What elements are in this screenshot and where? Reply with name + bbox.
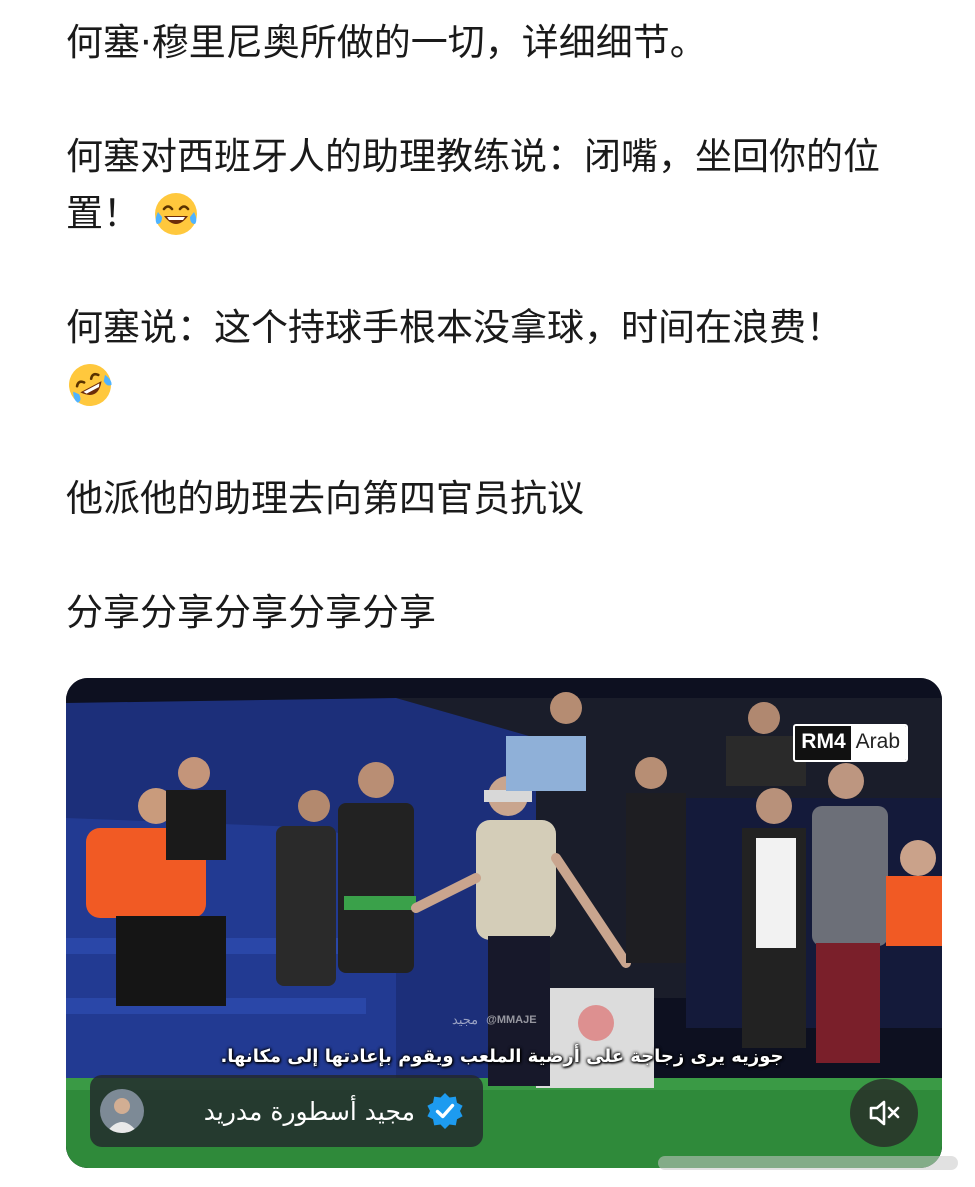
watermark-logo: مجيد (452, 1012, 479, 1027)
video-subtitle: جوزيه يرى زجاجة على أرضية الملعب ويقوم ب… (220, 1046, 784, 1067)
verified-check-icon (427, 1093, 463, 1129)
post-body: 何塞·穆里尼奥所做的一切，详细细节。 何塞对西班牙人的助理教练说：闭嘴，坐回你的… (66, 14, 926, 698)
video-source-account[interactable]: مجيد أسطورة مدريد (90, 1075, 483, 1147)
avatar-image (100, 1089, 144, 1133)
speaker-muted-icon (869, 1100, 900, 1126)
post-line-title: 何塞·穆里尼奥所做的一切，详细细节。 (66, 21, 707, 64)
account-name[interactable]: مجيد أسطورة مدريد (144, 1097, 425, 1126)
channel-logo-main: RM4 (795, 726, 851, 760)
channel-logo-sub: Arab (850, 726, 906, 760)
watermark-handle: @MMAJE (486, 1014, 537, 1026)
post-line-protest: 他派他的助理去向第四官员抗议 (66, 477, 584, 520)
mute-button[interactable] (850, 1079, 918, 1147)
post-paragraph-quote-1: 何塞对西班牙人的助理教练说：闭嘴，坐回你的位置！ (66, 128, 926, 242)
site-watermark (658, 1150, 968, 1176)
channel-logo: RM4 Arab (793, 724, 908, 762)
post-line-share: 分享分享分享分享分享 (66, 591, 436, 634)
avatar[interactable] (100, 1089, 144, 1133)
rolling-on-floor-laughing-icon (69, 364, 112, 406)
video-watermark: مجيد @MMAJE (452, 1012, 537, 1028)
post-paragraph-quote-2: 何塞说：这个持球手根本没拿球，时间在浪费！ (66, 299, 926, 413)
site-watermark-blur (658, 1156, 958, 1170)
post-line-quote-2: 何塞说：这个持球手根本没拿球，时间在浪费！ (66, 306, 843, 349)
face-with-tears-of-joy-icon (154, 193, 197, 235)
video-player[interactable]: RM4 Arab مجيد @MMAJE جوزيه يرى زجاجة على… (66, 678, 942, 1168)
